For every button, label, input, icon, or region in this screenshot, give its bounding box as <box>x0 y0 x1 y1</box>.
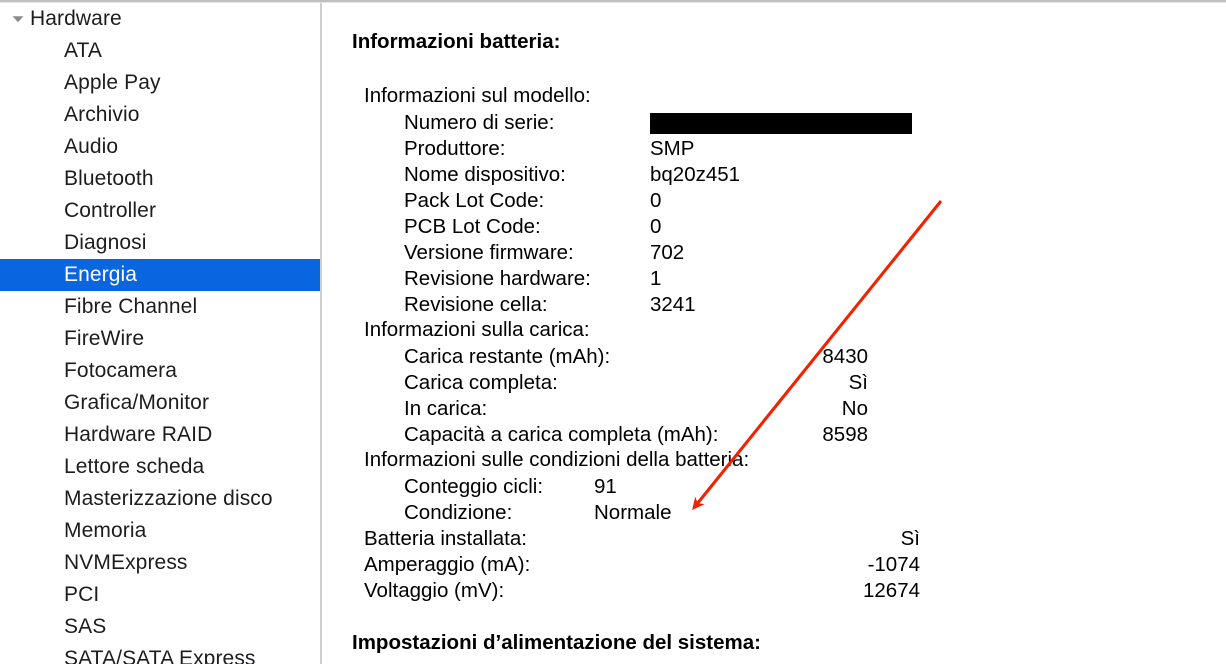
sidebar-item-label: Controller <box>64 199 157 222</box>
system-information-window: Hardware ATA Apple Pay Archivio Audio Bluetoo… <box>0 0 1226 664</box>
condition-info-group-heading: Informazioni sulle condizioni della batt… <box>364 448 750 471</box>
battery-info-heading: Informazioni batteria: <box>352 30 561 53</box>
charge-info-group-heading: Informazioni sulla carica: <box>364 318 590 341</box>
row-label: Versione firmware: <box>404 241 574 264</box>
sidebar-item-label: Masterizzazione disco <box>64 487 273 510</box>
power-settings-heading: Impostazioni d’alimentazione del sistema… <box>352 631 761 654</box>
row-value: Sì <box>848 371 868 394</box>
battery-report-pane: Informazioni batteria: Informazioni sul … <box>322 3 1226 664</box>
sidebar-item-label: Apple Pay <box>64 71 161 94</box>
hardware-tree: Hardware ATA Apple Pay Archivio Audio Bluetoo… <box>0 3 321 664</box>
sidebar-item-energia[interactable]: Energia <box>0 259 321 291</box>
row-value: Sì <box>900 527 920 550</box>
row-value: SMP <box>650 137 695 160</box>
report-row-pack-lot-code: Pack Lot Code: 0 <box>352 188 1212 214</box>
row-label: Revisione cella: <box>404 293 548 316</box>
row-value: 8598 <box>822 423 868 446</box>
sidebar-item-label: Diagnosi <box>64 231 147 254</box>
sidebar-item-ata[interactable]: ATA <box>0 35 321 67</box>
sidebar-group-label: Hardware <box>30 7 122 30</box>
sidebar-item-archivio[interactable]: Archivio <box>0 99 321 131</box>
report-row-carica-restante-mah: Carica restante (mAh): 8430 <box>352 344 1212 370</box>
row-value: 12674 <box>862 579 920 602</box>
sidebar-item-apple-pay[interactable]: Apple Pay <box>0 67 321 99</box>
sidebar-item-label: FireWire <box>64 327 145 350</box>
row-value: Normale <box>594 501 672 524</box>
sidebar-item-label: Archivio <box>64 103 140 126</box>
report-row-voltaggio-mv: Voltaggio (mV): 12674 <box>352 578 1212 604</box>
report-row-pcb-lot-code: PCB Lot Code: 0 <box>352 214 1212 240</box>
sidebar-item-label: PCI <box>64 583 100 606</box>
sidebar-item-label: Grafica/Monitor <box>64 391 210 414</box>
report-row-revisione-hardware: Revisione hardware: 1 <box>352 266 1212 292</box>
sidebar-item-label: Audio <box>64 135 119 158</box>
row-value: 91 <box>594 475 617 498</box>
report-row-batteria-installata: Batteria installata: Sì <box>352 526 1212 552</box>
sidebar-item-label: SATA/SATA Express <box>64 647 256 664</box>
model-info-group-heading: Informazioni sul modello: <box>364 84 591 107</box>
row-value: 3241 <box>650 293 696 316</box>
sidebar-item-grafica-monitor[interactable]: Grafica/Monitor <box>0 387 321 419</box>
sidebar-item-fibre-channel[interactable]: Fibre Channel <box>0 291 321 323</box>
sidebar-item-label: ATA <box>64 39 103 62</box>
sidebar-item-sata-sata-express[interactable]: SATA/SATA Express <box>0 643 321 664</box>
row-label: PCB Lot Code: <box>404 215 541 238</box>
sidebar-item-label: SAS <box>64 615 107 638</box>
row-value: bq20z451 <box>650 163 741 186</box>
row-label: Numero di serie: <box>404 111 555 134</box>
row-value: No <box>841 397 868 420</box>
row-value: -1074 <box>867 553 920 576</box>
report-row-revisione-cella: Revisione cella: 3241 <box>352 292 1212 318</box>
sidebar-item-label: Energia <box>64 263 138 286</box>
sidebar-item-label: Bluetooth <box>64 167 154 190</box>
report-row-in-carica: In carica: No <box>352 396 1212 422</box>
sidebar-item-label: Lettore scheda <box>64 455 205 478</box>
row-label: Condizione: <box>404 501 513 524</box>
row-value: 1 <box>650 267 662 290</box>
row-value: 0 <box>650 189 662 212</box>
sidebar-item-label: Fibre Channel <box>64 295 198 318</box>
report-row-nome-dispositivo: Nome dispositivo: bq20z451 <box>352 162 1212 188</box>
sidebar-item-label: Hardware RAID <box>64 423 213 446</box>
report-row-amperaggio-ma: Amperaggio (mA): -1074 <box>352 552 1212 578</box>
sidebar-item-lettore-scheda[interactable]: Lettore scheda <box>0 451 321 483</box>
serial-number-redaction-bar <box>650 113 912 134</box>
row-value: 702 <box>650 241 685 264</box>
row-label: Pack Lot Code: <box>404 189 545 212</box>
chevron-down-triangle-icon[interactable] <box>8 9 28 29</box>
sidebar-item-firewire[interactable]: FireWire <box>0 323 321 355</box>
row-value: 8430 <box>822 345 868 368</box>
sidebar-item-hardware-raid[interactable]: Hardware RAID <box>0 419 321 451</box>
sidebar-item-pci[interactable]: PCI <box>0 579 321 611</box>
sidebar-item-masterizzazione-disco[interactable]: Masterizzazione disco <box>0 483 321 515</box>
sidebar-item-bluetooth[interactable]: Bluetooth <box>0 163 321 195</box>
row-label: Conteggio cicli: <box>404 475 544 498</box>
sidebar-item-memoria[interactable]: Memoria <box>0 515 321 547</box>
row-label: Revisione hardware: <box>404 267 591 290</box>
sidebar-item-label: NVMExpress <box>64 551 188 574</box>
sidebar-item-nvmexpress[interactable]: NVMExpress <box>0 547 321 579</box>
row-label: Produttore: <box>404 137 506 160</box>
report-row-condizione: Condizione: Normale <box>352 500 1212 526</box>
sidebar-item-fotocamera[interactable]: Fotocamera <box>0 355 321 387</box>
report-row-numero-di-serie: Numero di serie: <box>352 110 1212 136</box>
report-row-conteggio-cicli: Conteggio cicli: 91 <box>352 474 1212 500</box>
sidebar-item-diagnosi[interactable]: Diagnosi <box>0 227 321 259</box>
report-row-carica-completa: Carica completa: Sì <box>352 370 1212 396</box>
sidebar-item-audio[interactable]: Audio <box>0 131 321 163</box>
row-value: 0 <box>650 215 662 238</box>
sidebar: Hardware ATA Apple Pay Archivio Audio Bluetoo… <box>0 3 321 664</box>
report-row-versione-firmware: Versione firmware: 702 <box>352 240 1212 266</box>
report-row-produttore: Produttore: SMP <box>352 136 1212 162</box>
row-label: Nome dispositivo: <box>404 163 566 186</box>
sidebar-item-sas[interactable]: SAS <box>0 611 321 643</box>
report-row-capacit-a-carica-completa-mah: Capacità a carica completa (mAh): 8598 <box>352 422 1212 448</box>
sidebar-item-label: Fotocamera <box>64 359 178 382</box>
sidebar-item-label: Memoria <box>64 519 147 542</box>
sidebar-item-controller[interactable]: Controller <box>0 195 321 227</box>
sidebar-group-hardware[interactable]: Hardware <box>0 3 321 35</box>
